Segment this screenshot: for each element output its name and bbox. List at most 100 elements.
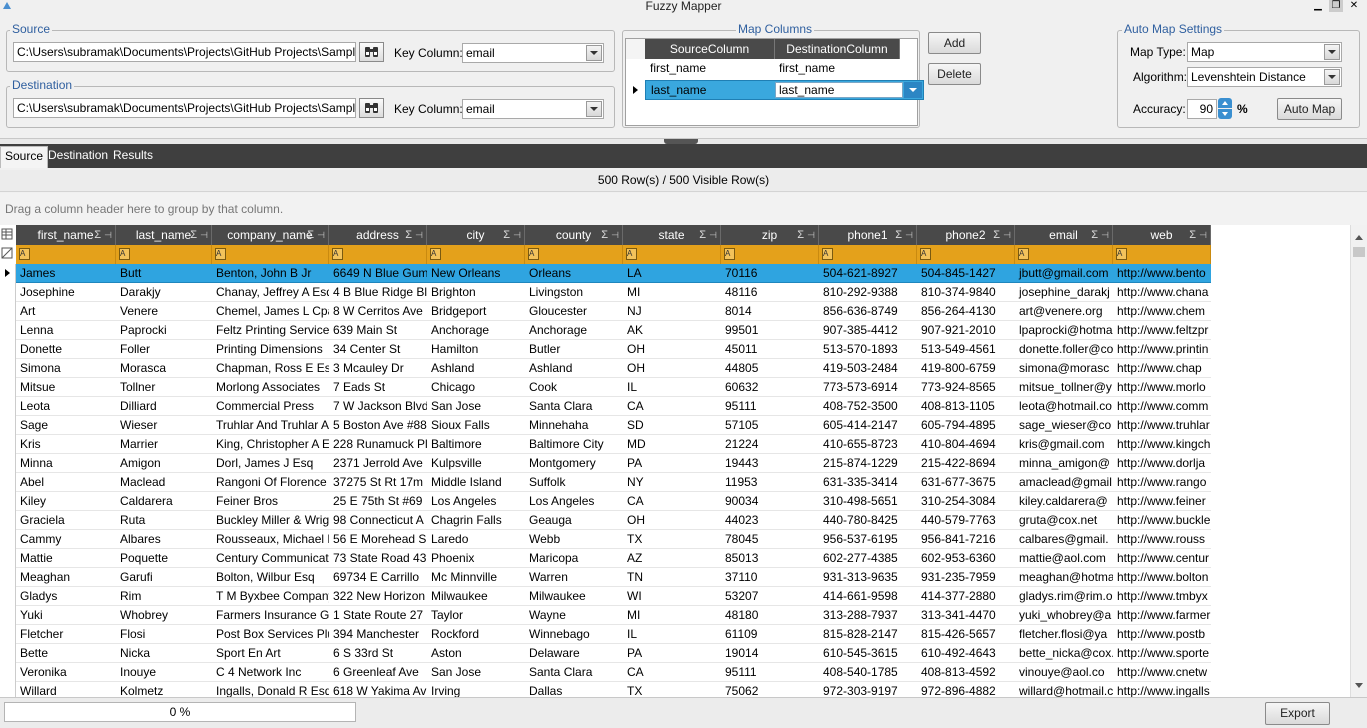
cell-county[interactable]: Minnehaha	[525, 416, 623, 435]
cell-zip[interactable]: 75062	[721, 682, 819, 697]
cell-phone2[interactable]: 602-953-6360	[917, 549, 1015, 568]
table-row[interactable]: Art Venere Chemel, James L Cpa 8 W Cerritos…	[0, 302, 1211, 321]
cell-city[interactable]: Chagrin Falls	[427, 511, 525, 530]
column-header-city[interactable]: city Σ ⊣	[427, 225, 525, 245]
cell-address[interactable]: 7 W Jackson Blvd	[329, 397, 427, 416]
cell-address[interactable]: 4 B Blue Ridge Bl	[329, 283, 427, 302]
cell-county[interactable]: Santa Clara	[525, 663, 623, 682]
cell-city[interactable]: Middle Island	[427, 473, 525, 492]
summary-icon[interactable]: Σ	[601, 225, 608, 245]
cell-first-name[interactable]: Gladys	[16, 587, 116, 606]
cell-phone1[interactable]: 419-503-2484	[819, 359, 917, 378]
summary-icon[interactable]: Σ	[503, 225, 510, 245]
cell-first-name[interactable]: Meaghan	[16, 568, 116, 587]
auto-map-button[interactable]: Auto Map	[1277, 98, 1342, 120]
table-row[interactable]: Minna Amigon Dorl, James J Esq 2371 Jerrold…	[0, 454, 1211, 473]
cell-web[interactable]: http://www.rango	[1113, 473, 1211, 492]
cell-zip[interactable]: 85013	[721, 549, 819, 568]
cell-phone1[interactable]: 215-874-1229	[819, 454, 917, 473]
filter-cell[interactable]: A	[525, 245, 623, 264]
cell-county[interactable]: Webb	[525, 530, 623, 549]
cell-first-name[interactable]: Willard	[16, 682, 116, 697]
cell-last-name[interactable]: Flosi	[116, 625, 212, 644]
cell-company-name[interactable]: Post Box Services Plu	[212, 625, 329, 644]
cell-city[interactable]: Los Angeles	[427, 492, 525, 511]
filter-operator-icon[interactable]: A	[19, 248, 30, 260]
cell-phone2[interactable]: 931-235-7959	[917, 568, 1015, 587]
cell-address[interactable]: 1 State Route 27	[329, 606, 427, 625]
cell-web[interactable]: http://www.centur	[1113, 549, 1211, 568]
cell-address[interactable]: 5 Boston Ave #88	[329, 416, 427, 435]
filter-cell[interactable]: A	[1113, 245, 1211, 264]
table-row[interactable]: Josephine Darakjy Chanay, Jeffrey A Esq 4 B…	[0, 283, 1211, 302]
cell-phone2[interactable]: 856-264-4130	[917, 302, 1015, 321]
cell-state[interactable]: NY	[623, 473, 721, 492]
cell-county[interactable]: Wayne	[525, 606, 623, 625]
cell-address[interactable]: 73 State Road 43	[329, 549, 427, 568]
table-row[interactable]: Graciela Ruta Buckley Miller & Wrigh 98 Con…	[0, 511, 1211, 530]
cell-phone1[interactable]: 414-661-9598	[819, 587, 917, 606]
tab-destination[interactable]: Destination	[44, 146, 112, 168]
cell-last-name[interactable]: Dilliard	[116, 397, 212, 416]
cell-phone2[interactable]: 810-374-9840	[917, 283, 1015, 302]
source-key-combo[interactable]: email	[462, 43, 604, 63]
cell-county[interactable]: Santa Clara	[525, 397, 623, 416]
cell-first-name[interactable]: Minna	[16, 454, 116, 473]
tab-source[interactable]: Source	[0, 146, 49, 168]
cell-state[interactable]: LA	[623, 264, 721, 283]
cell-last-name[interactable]: Garufi	[116, 568, 212, 587]
cell-zip[interactable]: 90034	[721, 492, 819, 511]
cell-first-name[interactable]: Yuki	[16, 606, 116, 625]
filter-operator-icon[interactable]: A	[1018, 248, 1029, 260]
cell-phone1[interactable]: 410-655-8723	[819, 435, 917, 454]
row-indicator[interactable]	[0, 568, 16, 587]
cell-phone2[interactable]: 310-254-3084	[917, 492, 1015, 511]
map-row-destination[interactable]: first_name	[779, 61, 835, 75]
cell-zip[interactable]: 19014	[721, 644, 819, 663]
pin-icon[interactable]: ⊣	[200, 225, 208, 245]
cell-last-name[interactable]: Poquette	[116, 549, 212, 568]
cell-last-name[interactable]: Caldarera	[116, 492, 212, 511]
row-indicator[interactable]	[0, 416, 16, 435]
cell-company-name[interactable]: Truhlar And Truhlar At	[212, 416, 329, 435]
cell-zip[interactable]: 78045	[721, 530, 819, 549]
cell-company-name[interactable]: Chapman, Ross E Es	[212, 359, 329, 378]
cell-county[interactable]: Butler	[525, 340, 623, 359]
row-indicator[interactable]	[0, 283, 16, 302]
cell-city[interactable]: San Jose	[427, 397, 525, 416]
add-button[interactable]: Add	[928, 32, 981, 54]
cell-company-name[interactable]: King, Christopher A E	[212, 435, 329, 454]
table-row[interactable]: Yuki Whobrey Farmers Insurance Gr 1 State R…	[0, 606, 1211, 625]
delete-button[interactable]: Delete	[928, 63, 981, 85]
cell-first-name[interactable]: Kiley	[16, 492, 116, 511]
cell-phone2[interactable]: 414-377-2880	[917, 587, 1015, 606]
filter-operator-icon[interactable]: A	[1116, 248, 1127, 260]
summary-icon[interactable]: Σ	[1091, 225, 1098, 245]
cell-company-name[interactable]: Commercial Press	[212, 397, 329, 416]
cell-email[interactable]: minna_amigon@	[1015, 454, 1113, 473]
cell-zip[interactable]: 95111	[721, 663, 819, 682]
grid-filter-row[interactable]: AAAAAAAAAAAA	[0, 245, 1211, 264]
chevron-down-icon[interactable]	[904, 82, 922, 98]
cell-phone2[interactable]: 419-800-6759	[917, 359, 1015, 378]
row-indicator[interactable]	[0, 302, 16, 321]
cell-web[interactable]: http://www.ingalls	[1113, 682, 1211, 697]
cell-email[interactable]: josephine_darakj	[1015, 283, 1113, 302]
cell-city[interactable]: Milwaukee	[427, 587, 525, 606]
cell-email[interactable]: amaclead@gmail	[1015, 473, 1113, 492]
map-type-combo[interactable]: Map	[1187, 42, 1342, 62]
cell-state[interactable]: MI	[623, 283, 721, 302]
cell-city[interactable]: Aston	[427, 644, 525, 663]
cell-state[interactable]: AZ	[623, 549, 721, 568]
cell-city[interactable]: Sioux Falls	[427, 416, 525, 435]
cell-phone2[interactable]: 605-794-4895	[917, 416, 1015, 435]
cell-county[interactable]: Baltimore City	[525, 435, 623, 454]
cell-address[interactable]: 34 Center St	[329, 340, 427, 359]
cell-company-name[interactable]: Printing Dimensions	[212, 340, 329, 359]
cell-phone1[interactable]: 313-288-7937	[819, 606, 917, 625]
cell-state[interactable]: IL	[623, 378, 721, 397]
map-header-destination[interactable]: DestinationColumn	[775, 39, 900, 59]
cell-last-name[interactable]: Paprocki	[116, 321, 212, 340]
destination-browse-button[interactable]	[359, 98, 384, 118]
cell-zip[interactable]: 99501	[721, 321, 819, 340]
